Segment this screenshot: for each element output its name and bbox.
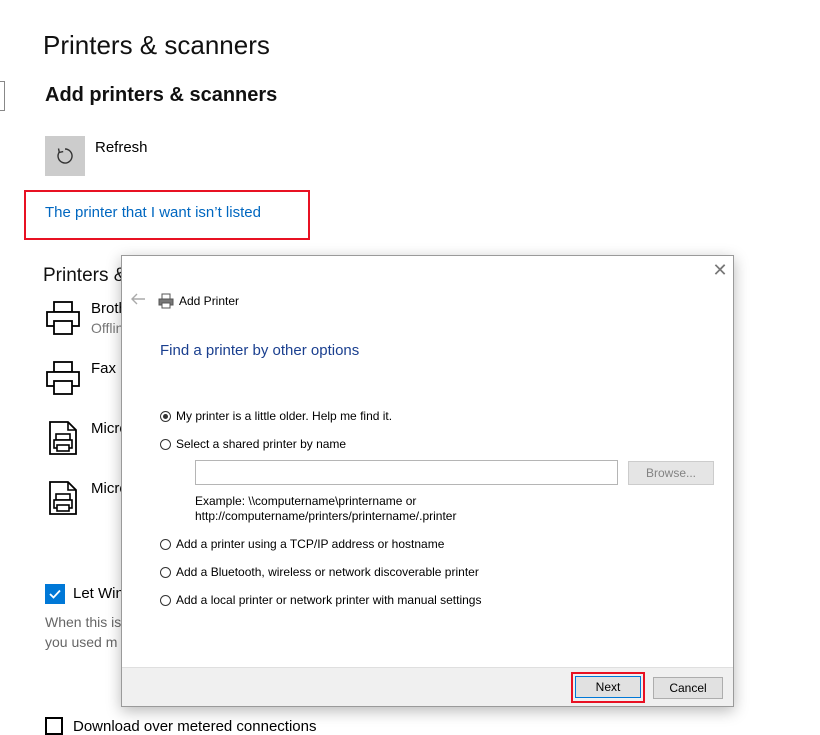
page-title: Printers & scanners (43, 30, 270, 60)
let-windows-description: When this is (45, 614, 122, 630)
metered-connections-checkbox[interactable] (45, 717, 63, 735)
dialog-heading: Find a printer by other options (160, 342, 360, 359)
document-printer-icon (49, 421, 77, 455)
close-icon[interactable]: ✕ (712, 261, 728, 279)
metered-connections-label[interactable]: Download over metered connections (73, 718, 316, 735)
radio-button[interactable] (160, 538, 171, 550)
printers-list-heading: Printers & (43, 265, 127, 286)
add-printer-dialog: ✕ Add Printer Find a printer by other op… (121, 255, 734, 707)
dialog-footer: Next Cancel (122, 667, 733, 706)
option-tcp-ip[interactable]: Add a printer using a TCP/IP address or … (160, 537, 444, 551)
refresh-icon (57, 148, 73, 164)
option-label: Select a shared printer by name (176, 437, 347, 451)
nav-pane-edge (0, 81, 5, 111)
printer-icon (46, 361, 80, 395)
printer-not-listed-link[interactable]: The printer that I want isn’t listed (45, 204, 261, 221)
option-label: My printer is a little older. Help me fi… (176, 409, 393, 423)
option-label: Add a Bluetooth, wireless or network dis… (176, 565, 479, 579)
option-label: Add a local printer or network printer w… (176, 593, 482, 607)
browse-button[interactable]: Browse... (628, 461, 714, 485)
option-local-manual[interactable]: Add a local printer or network printer w… (160, 593, 481, 607)
radio-button[interactable] (160, 410, 171, 422)
example-text: http://computername/printers/printername… (195, 509, 457, 523)
refresh-button[interactable] (45, 136, 85, 176)
checkmark-icon (49, 589, 61, 599)
radio-button[interactable] (160, 438, 171, 450)
radio-button[interactable] (160, 594, 171, 606)
dialog-title: Add Printer (179, 294, 240, 308)
back-arrow-icon[interactable] (130, 292, 146, 306)
option-older-printer[interactable]: My printer is a little older. Help me fi… (160, 409, 392, 423)
refresh-label[interactable]: Refresh (95, 139, 148, 156)
radio-selected-dot (163, 413, 168, 419)
add-printers-heading: Add printers & scanners (45, 84, 278, 106)
shared-printer-name-input[interactable] (195, 460, 618, 485)
radio-button[interactable] (160, 566, 171, 578)
device-name: Fax (91, 360, 117, 377)
option-shared-printer[interactable]: Select a shared printer by name (160, 437, 346, 451)
let-windows-description: you used m (45, 634, 118, 650)
let-windows-label[interactable]: Let Win (73, 585, 124, 602)
device-status: Offlin (91, 320, 124, 336)
example-text: Example: \\computername\printername or (195, 494, 417, 508)
let-windows-checkbox[interactable] (45, 584, 65, 604)
document-printer-icon (49, 481, 77, 515)
printer-icon (46, 301, 80, 335)
next-button[interactable]: Next (575, 676, 641, 698)
option-bluetooth-wireless[interactable]: Add a Bluetooth, wireless or network dis… (160, 565, 479, 579)
printer-icon (158, 293, 174, 309)
cancel-button[interactable]: Cancel (653, 677, 723, 699)
option-label: Add a printer using a TCP/IP address or … (176, 537, 445, 551)
